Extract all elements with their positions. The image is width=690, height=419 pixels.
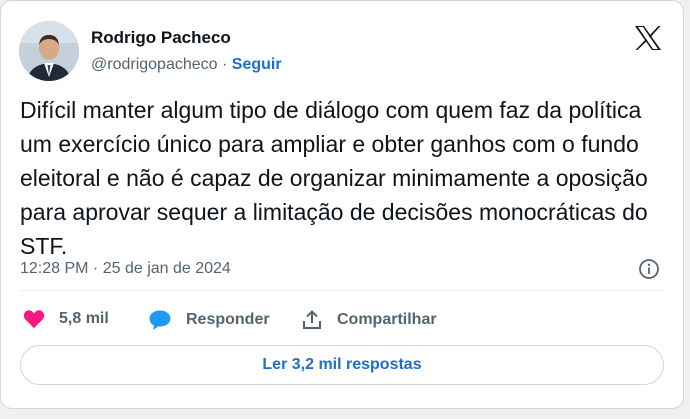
avatar-photo	[19, 21, 79, 81]
like-count: 5,8 mil	[59, 310, 109, 327]
tweet-text: Difícil manter algum tipo de diálogo com…	[20, 97, 648, 259]
author-handle[interactable]: @rodrigopacheco	[91, 56, 218, 73]
reply-button[interactable]: Responder	[148, 309, 270, 331]
info-icon[interactable]	[638, 258, 660, 280]
reply-label: Responder	[186, 311, 270, 328]
share-label: Compartilhar	[337, 311, 437, 328]
tweet-card: Rodrigo Pacheco @rodrigopacheco · Seguir…	[0, 0, 684, 409]
like-button[interactable]: 5,8 mil	[23, 309, 109, 329]
speech-bubble-icon	[149, 310, 171, 330]
separator-dot: ·	[222, 56, 228, 73]
follow-button[interactable]: Seguir	[232, 56, 282, 73]
share-icon	[303, 310, 321, 329]
divider	[20, 290, 666, 291]
avatar[interactable]	[19, 21, 79, 81]
author-name[interactable]: Rodrigo Pacheco	[91, 28, 231, 48]
tweet-timestamp[interactable]: 12:28 PM · 25 de jan de 2024	[20, 260, 231, 278]
heart-icon	[23, 310, 45, 329]
x-logo-icon[interactable]	[634, 25, 662, 51]
read-replies-button[interactable]: Ler 3,2 mil respostas	[20, 345, 664, 385]
share-button[interactable]: Compartilhar	[301, 309, 437, 331]
handle-row: @rodrigopacheco · Seguir	[91, 56, 282, 74]
